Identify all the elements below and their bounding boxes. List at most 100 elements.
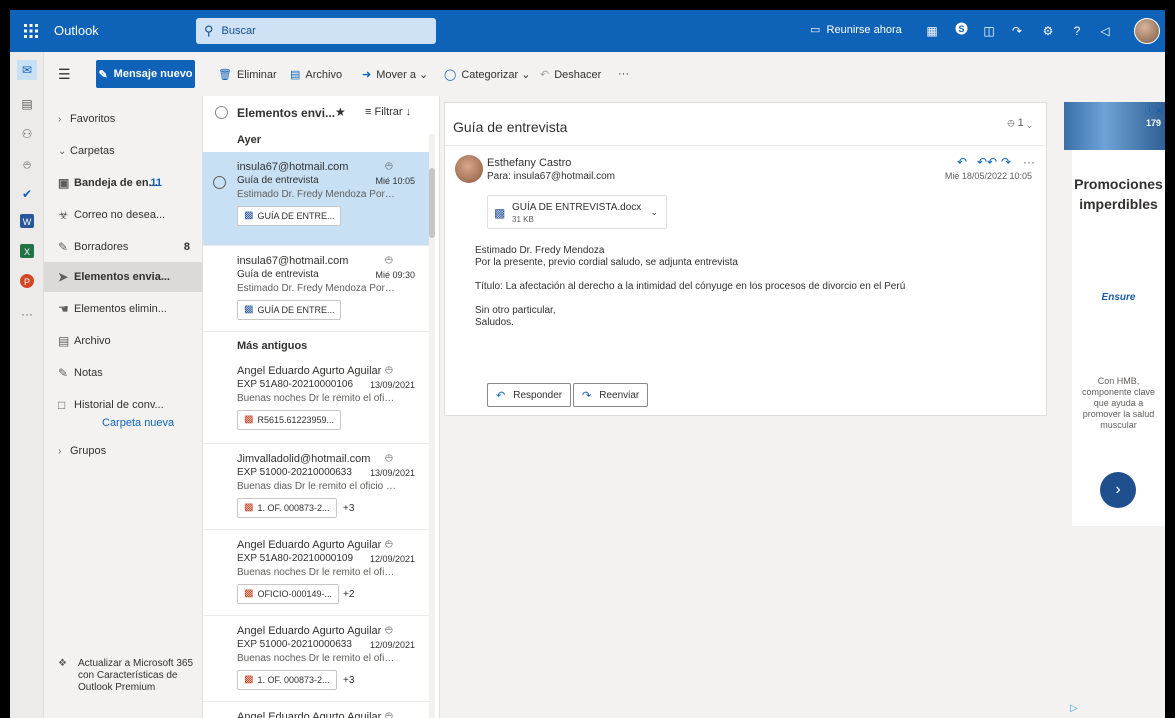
- email-subject: Guía de entrevista: [453, 119, 568, 135]
- delete-button[interactable]: 🗑 Eliminar: [218, 68, 277, 81]
- list-item[interactable]: insula67@hotmail.com ⦺ Guía de entrevist…: [203, 152, 431, 246]
- attachment-chip[interactable]: ▩ 1. OF. 000873-2...: [237, 670, 337, 690]
- mail-icon[interactable]: ✉: [17, 60, 37, 80]
- categorize-label: Categorizar: [461, 69, 519, 81]
- list-item[interactable]: Angel Eduardo Agurto Aguilar ⦺ EXP 51A80…: [203, 530, 431, 616]
- folder-drafts[interactable]: ✎ Borradores 8: [44, 232, 202, 262]
- archive-button[interactable]: ▤ Archivo: [290, 68, 342, 81]
- search-box[interactable]: ⚲ Buscar: [196, 18, 436, 44]
- groups-label: Grupos: [70, 445, 107, 457]
- sender: Angel Eduardo Agurto Aguilar: [237, 365, 382, 377]
- folder-sent[interactable]: ➤ Elementos envia...: [44, 262, 202, 292]
- categorize-button[interactable]: ◯ Categorizar ⌄: [444, 68, 530, 81]
- app-name[interactable]: Outlook: [54, 23, 99, 38]
- attachment-name: GUÍA DE ENTRE...: [257, 211, 335, 221]
- settings-icon[interactable]: ⚙: [1039, 22, 1057, 40]
- menu-icon[interactable]: ☰: [58, 66, 71, 83]
- word-doc-icon: ▩: [244, 304, 254, 315]
- adchoices-icon[interactable]: ▷: [1070, 703, 1078, 714]
- people-icon[interactable]: ⚇: [17, 124, 37, 144]
- folder-archive[interactable]: ▤ Archivo: [44, 326, 202, 356]
- folder-notes[interactable]: ✎ Notas: [44, 358, 202, 388]
- skype-icon[interactable]: S: [952, 22, 970, 40]
- move-to-button[interactable]: ➜ Mover a ⌄: [362, 68, 428, 81]
- list-item[interactable]: Angel Eduardo Agurto Aguilar ⦺ EXP 51A80…: [203, 356, 431, 444]
- folders-toggle[interactable]: ⌄ Carpetas: [44, 136, 202, 166]
- more-attachments[interactable]: +3: [343, 502, 354, 516]
- word-icon[interactable]: ◫: [980, 22, 998, 40]
- svg-text:S: S: [958, 24, 964, 34]
- apps-icon[interactable]: ▦: [923, 22, 941, 40]
- sender-avatar[interactable]: [455, 155, 483, 183]
- upgrade-text: Actualizar a Microsoft 365 con Caracterí…: [78, 658, 194, 693]
- star-icon[interactable]: ★: [335, 105, 346, 119]
- attachment-chip[interactable]: ▩ R5615.61223959...: [237, 410, 342, 430]
- calendar-icon[interactable]: ▤: [17, 94, 37, 114]
- forward-icon[interactable]: ↷: [1001, 155, 1011, 169]
- word-app-icon[interactable]: W: [17, 214, 37, 234]
- group-header: Ayer: [237, 134, 262, 146]
- attachment-card[interactable]: ▩ GUÍA DE ENTREVISTA.docx 31 KB ⌄: [487, 195, 667, 229]
- new-folder-link[interactable]: Carpeta nueva: [102, 417, 174, 429]
- more-attachments[interactable]: +3: [343, 674, 354, 688]
- attachment-count-button[interactable]: ⦺ 1 ⌄: [1007, 117, 1032, 130]
- megaphone-icon[interactable]: ◁: [1096, 22, 1114, 40]
- sender-name[interactable]: Esthefany Castro: [487, 157, 571, 169]
- filter-button[interactable]: ≡ Filtrar ↓: [365, 106, 411, 118]
- attach-icon[interactable]: ⦺: [17, 154, 37, 174]
- search-placeholder: Buscar: [221, 25, 256, 37]
- attachment-chip[interactable]: ▩ GUÍA DE ENTRE...: [237, 206, 342, 226]
- folder-inbox[interactable]: ▣ Bandeja de en... 11: [44, 168, 202, 198]
- waffle-icon[interactable]: [10, 10, 52, 52]
- chevron-down-icon[interactable]: ⌄: [650, 207, 658, 218]
- forward-button[interactable]: ↷ Reenviar: [573, 383, 649, 407]
- reply-button[interactable]: ↶ Responder: [487, 383, 572, 407]
- ad-close-icon[interactable]: ⓘ✕: [1145, 102, 1163, 117]
- attachment-chip[interactable]: ▩ 1. OF. 000873-2...: [237, 498, 337, 518]
- attachment-chip[interactable]: ▩ GUÍA DE ENTRE...: [237, 300, 342, 320]
- undo-button[interactable]: ↶ Deshacer: [540, 68, 601, 81]
- body-line: Título: La afectación al derecho a la in…: [475, 281, 906, 292]
- attachment-icon: ⦺: [385, 536, 393, 550]
- sender: Angel Eduardo Agurto Aguilar: [237, 625, 382, 637]
- favorites-toggle[interactable]: › Favoritos: [44, 104, 202, 134]
- group-header: Más antiguos: [237, 340, 308, 352]
- help-icon[interactable]: ?: [1068, 22, 1086, 40]
- todo-icon[interactable]: ✔: [17, 184, 37, 204]
- list-item[interactable]: Angel Eduardo Agurto Aguilar ⦺ EXP 51000…: [203, 616, 431, 702]
- more-actions-icon[interactable]: ···: [1023, 155, 1035, 169]
- avatar[interactable]: [1134, 18, 1160, 44]
- more-commands-button[interactable]: ···: [618, 68, 629, 80]
- subject: EXP 51000-20210000633: [237, 467, 352, 478]
- list-item[interactable]: Angel Eduardo Agurto Aguilar ⦺: [203, 702, 431, 718]
- select-all-checkbox[interactable]: [215, 106, 228, 119]
- command-bar: ☰ ✎ Mensaje nuevo 🗑 Eliminar ▤ Archivo ➜ Mov…: [44, 52, 1165, 96]
- list-item[interactable]: Jimvalladolid@hotmail.com ⦺ EXP 51000-20…: [203, 444, 431, 530]
- folder-pane: › Favoritos ⌄ Carpetas ▣ Bandeja de en... 11…: [44, 96, 202, 718]
- list-item[interactable]: insula67@hotmail.com ⦺ Guía de entrevist…: [203, 246, 431, 332]
- meet-now-button[interactable]: ▭ Reunirse ahora: [810, 23, 902, 36]
- new-message-button[interactable]: ✎ Mensaje nuevo: [96, 60, 195, 88]
- reply-all-icon[interactable]: ↶↶: [977, 155, 997, 169]
- feedback-icon[interactable]: ↷: [1008, 22, 1026, 40]
- more-apps-icon[interactable]: ···: [17, 304, 37, 324]
- ad-card[interactable]: Promociones imperdibles Ensure Con HMB, …: [1072, 150, 1165, 526]
- ad-next-button[interactable]: ›: [1100, 472, 1136, 508]
- preview: Buenas noches Dr le remito el oficio ...: [237, 393, 397, 404]
- scrollbar[interactable]: [429, 134, 435, 718]
- more-attachments[interactable]: +2: [343, 588, 354, 602]
- favorites-label: Favoritos: [70, 113, 116, 125]
- powerpoint-app-icon[interactable]: P: [17, 274, 37, 294]
- folder-history[interactable]: □ Historial de conv...: [44, 390, 202, 420]
- groups-toggle[interactable]: › Grupos: [44, 436, 202, 466]
- excel-app-icon[interactable]: X: [17, 244, 37, 264]
- select-checkbox[interactable]: [213, 176, 226, 189]
- folder-deleted[interactable]: ☚ Elementos elimin...: [44, 294, 202, 324]
- scrollbar-thumb[interactable]: [429, 168, 435, 238]
- body-line: [475, 269, 1035, 281]
- reply-icon[interactable]: ↶: [957, 155, 967, 169]
- upgrade-link[interactable]: ❖ Actualizar a Microsoft 365 con Caracter…: [58, 658, 208, 694]
- date: 13/09/2021: [369, 380, 415, 390]
- folder-junk[interactable]: ☣ Correo no desea...: [44, 200, 202, 230]
- attachment-chip[interactable]: ▩ OFICIO-000149-...: [237, 584, 339, 604]
